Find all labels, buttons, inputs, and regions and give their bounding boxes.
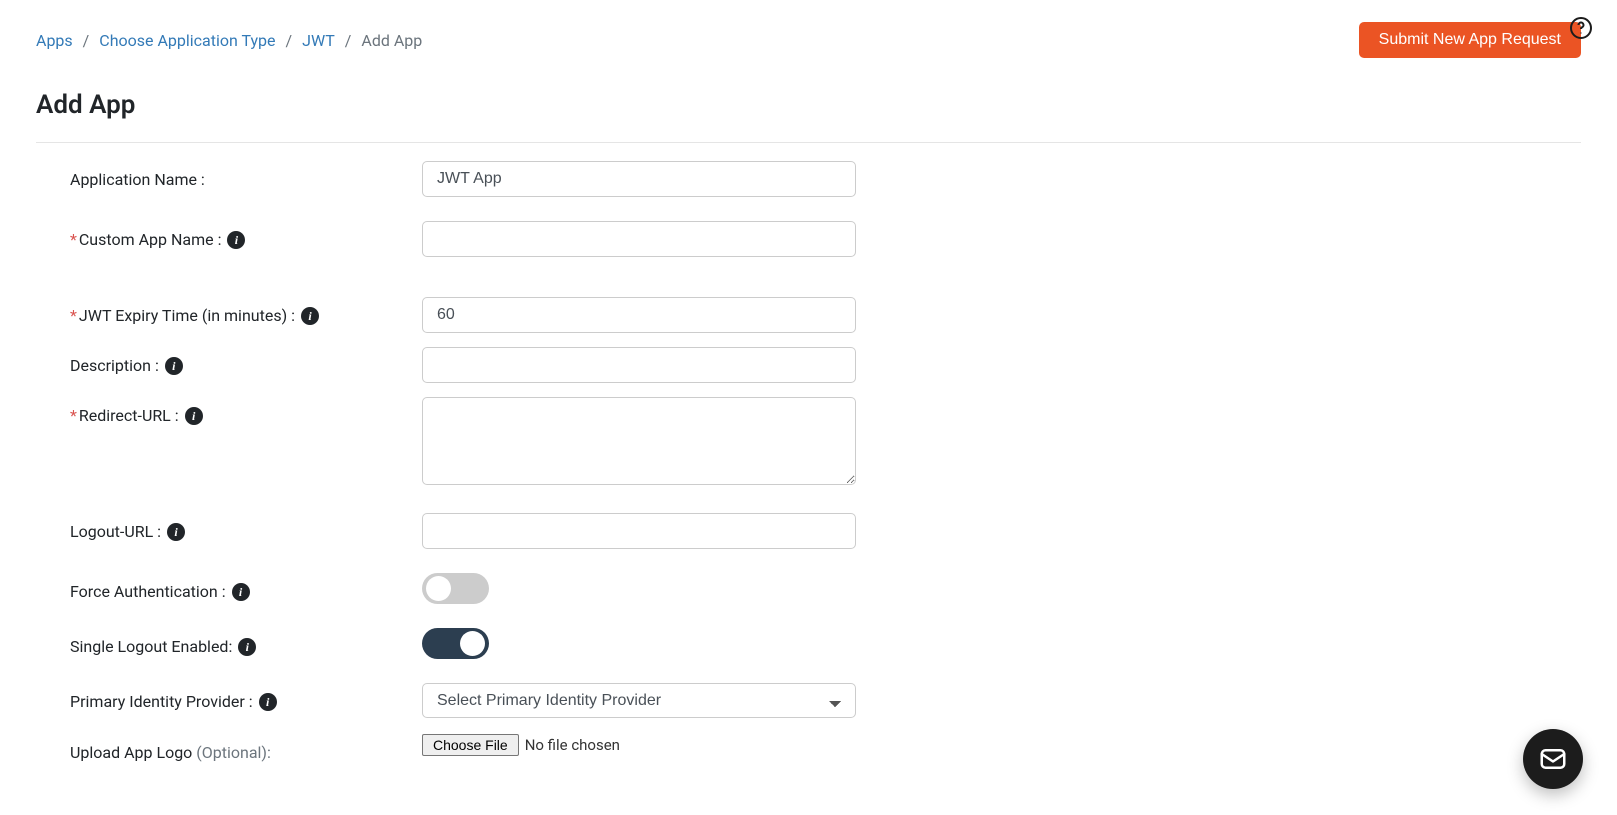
label-description: Description : i (70, 347, 422, 375)
breadcrumb-current: Add App (361, 31, 422, 50)
label-force-authentication: Force Authentication : i (70, 573, 422, 601)
label-custom-app-name: *Custom App Name : i (70, 221, 422, 249)
info-icon[interactable]: i (227, 231, 245, 249)
help-icon[interactable] (1569, 16, 1593, 40)
breadcrumb-link-choose-type[interactable]: Choose Application Type (99, 31, 275, 50)
info-icon[interactable]: i (238, 638, 256, 656)
label-logout-url: Logout-URL : i (70, 513, 422, 541)
single-logout-toggle[interactable] (422, 628, 489, 659)
submit-new-app-request-button[interactable]: Submit New App Request (1359, 22, 1581, 58)
redirect-url-textarea[interactable] (422, 397, 856, 485)
label-primary-identity-provider: Primary Identity Provider : i (70, 683, 422, 711)
description-input[interactable] (422, 347, 856, 383)
info-icon[interactable]: i (185, 407, 203, 425)
custom-app-name-input[interactable] (422, 221, 856, 257)
label-redirect-url: *Redirect-URL : i (70, 397, 422, 425)
breadcrumb-sep: / (83, 31, 90, 50)
info-icon[interactable]: i (301, 307, 319, 325)
application-name-input (422, 161, 856, 197)
jwt-expiry-input[interactable] (422, 297, 856, 333)
page-title: Add App (36, 90, 1581, 120)
divider (36, 142, 1581, 143)
file-chosen-status: No file chosen (525, 736, 620, 754)
label-upload-app-logo: Upload App Logo (Optional): (70, 734, 422, 762)
breadcrumb-sep: / (345, 31, 352, 50)
info-icon[interactable]: i (232, 583, 250, 601)
chat-fab-button[interactable] (1523, 729, 1583, 789)
breadcrumb-sep: / (286, 31, 293, 50)
choose-file-button[interactable]: Choose File (422, 734, 519, 756)
breadcrumb: Apps / Choose Application Type / JWT / A… (36, 31, 422, 50)
label-single-logout-enabled: Single Logout Enabled: i (70, 628, 422, 656)
breadcrumb-link-jwt[interactable]: JWT (302, 31, 335, 50)
info-icon[interactable]: i (165, 357, 183, 375)
label-application-name: Application Name : (70, 161, 422, 189)
breadcrumb-link-apps[interactable]: Apps (36, 31, 73, 50)
logout-url-input[interactable] (422, 513, 856, 549)
force-authentication-toggle[interactable] (422, 573, 489, 604)
label-jwt-expiry: *JWT Expiry Time (in minutes) : i (70, 297, 422, 325)
info-icon[interactable]: i (259, 693, 277, 711)
primary-identity-provider-select[interactable]: Select Primary Identity Provider (422, 683, 856, 718)
info-icon[interactable]: i (167, 523, 185, 541)
